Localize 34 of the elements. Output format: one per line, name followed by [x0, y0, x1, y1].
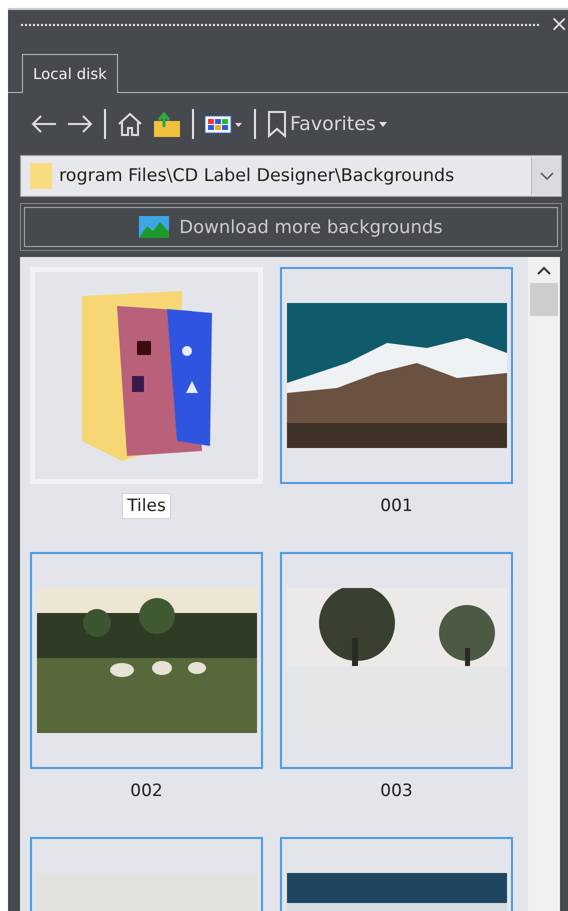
- image-tile[interactable]: [280, 552, 513, 769]
- download-backgrounds-button[interactable]: Download more backgrounds: [24, 207, 558, 247]
- folder-icon: [29, 162, 53, 190]
- close-button[interactable]: ×: [550, 14, 564, 36]
- forward-arrow-icon: [66, 114, 94, 134]
- favorites-button[interactable]: Favorites: [266, 110, 388, 138]
- back-arrow-icon: [30, 114, 58, 134]
- item-label: Tiles: [123, 494, 170, 518]
- scroll-thumb[interactable]: [530, 283, 558, 316]
- home-icon: [116, 111, 144, 137]
- folder-up-icon: [152, 109, 182, 139]
- grip-handle[interactable]: [20, 23, 540, 27]
- folder-tile[interactable]: [30, 267, 263, 484]
- item-label: 001: [379, 495, 414, 518]
- image-tile[interactable]: [30, 552, 263, 769]
- view-button[interactable]: [204, 114, 244, 134]
- forward-button[interactable]: [66, 114, 94, 134]
- landscape-icon: [139, 216, 170, 238]
- chevron-up-icon: [537, 266, 551, 274]
- home-button[interactable]: [116, 111, 144, 137]
- tab[interactable]: Local disk: [22, 54, 118, 93]
- path-field[interactable]: rogram Files\CD Label Designer\Backgrounds: [53, 166, 531, 186]
- back-button[interactable]: [30, 114, 58, 134]
- grid-view-icon: [204, 114, 244, 134]
- image-tile[interactable]: [280, 267, 513, 484]
- item-label: 002: [129, 780, 164, 803]
- caret-icon: [378, 120, 388, 128]
- folder-icon: [82, 290, 212, 460]
- chevron-down-icon: [540, 172, 554, 180]
- bookmark-icon: [266, 110, 288, 138]
- up-folder-button[interactable]: [152, 109, 182, 139]
- scrollbar[interactable]: [528, 257, 560, 911]
- path-combo-box[interactable]: rogram Files\CD Label Designer\Backgrounds: [20, 155, 562, 197]
- item-label: 003: [379, 780, 414, 803]
